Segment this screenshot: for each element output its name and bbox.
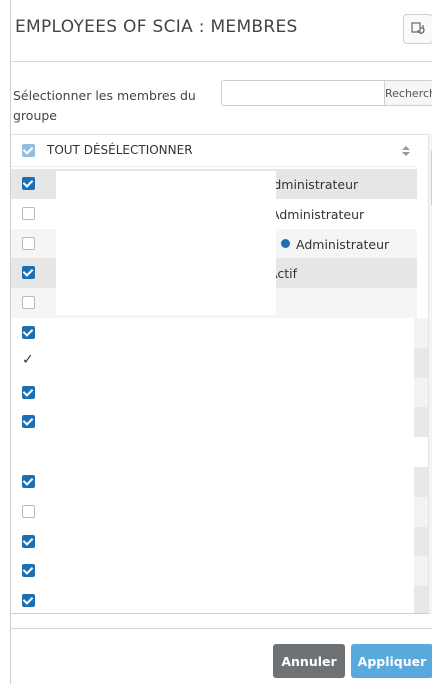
member-checkbox[interactable] xyxy=(22,385,35,399)
list-scrollbar[interactable] xyxy=(428,134,432,614)
select-members-label: Sélectionner les membres du groupe xyxy=(13,88,196,123)
cancel-button[interactable]: Annuler xyxy=(273,644,345,678)
row-strip xyxy=(414,586,428,613)
row-strip xyxy=(414,318,428,348)
members-dialog: EMPLOYEES OF SCIA : MEMBRES Sélectionner… xyxy=(10,0,432,684)
member-checkbox[interactable] xyxy=(22,475,35,488)
row-strip xyxy=(414,377,428,408)
member-role: Administrateur xyxy=(296,236,390,252)
member-checkbox[interactable] xyxy=(22,177,35,190)
row-strip xyxy=(414,347,428,378)
member-role: Administrateur xyxy=(271,206,365,222)
member-checkbox[interactable] xyxy=(22,236,35,250)
search-box: Rechercher xyxy=(221,80,432,106)
refresh-icon xyxy=(411,22,425,34)
select-all-row[interactable]: TOUT DÉSÉLECTIONNER xyxy=(11,135,417,167)
member-checkbox[interactable] xyxy=(22,594,35,608)
dialog-title: EMPLOYEES OF SCIA : MEMBRES xyxy=(15,17,298,37)
dialog-header: EMPLOYEES OF SCIA : MEMBRES xyxy=(11,0,432,62)
row-strip xyxy=(414,526,428,557)
name-column-panel xyxy=(56,171,276,315)
names-area-panel xyxy=(56,321,414,613)
member-role: Administrateur xyxy=(265,177,359,192)
member-checkbox[interactable] xyxy=(22,326,35,339)
member-checkbox[interactable] xyxy=(22,296,35,310)
refresh-button[interactable] xyxy=(403,14,432,44)
select-all-label: TOUT DÉSÉLECTIONNER xyxy=(47,143,193,157)
member-checkbox[interactable] xyxy=(22,415,35,429)
member-checkbox[interactable] xyxy=(22,534,35,548)
member-checkbox[interactable] xyxy=(22,564,35,578)
search-input[interactable] xyxy=(222,81,384,105)
apply-button[interactable]: Appliquer xyxy=(351,644,432,678)
members-list: TOUT DÉSÉLECTIONNER Administrateur Admini… xyxy=(11,134,432,614)
row-strip xyxy=(414,496,428,527)
status-dot-icon xyxy=(281,238,290,248)
search-button[interactable]: Rechercher xyxy=(384,81,432,105)
row-strip xyxy=(414,407,428,438)
check-mark-icon[interactable]: ✓ xyxy=(22,352,34,368)
member-checkbox[interactable] xyxy=(22,504,35,518)
sort-icon[interactable] xyxy=(401,144,411,158)
member-checkbox[interactable] xyxy=(22,266,35,280)
member-checkbox[interactable] xyxy=(22,206,35,220)
select-all-checkbox[interactable] xyxy=(22,144,35,157)
row-strip xyxy=(414,556,428,587)
footer-divider xyxy=(11,628,432,629)
row-strip xyxy=(414,467,428,497)
